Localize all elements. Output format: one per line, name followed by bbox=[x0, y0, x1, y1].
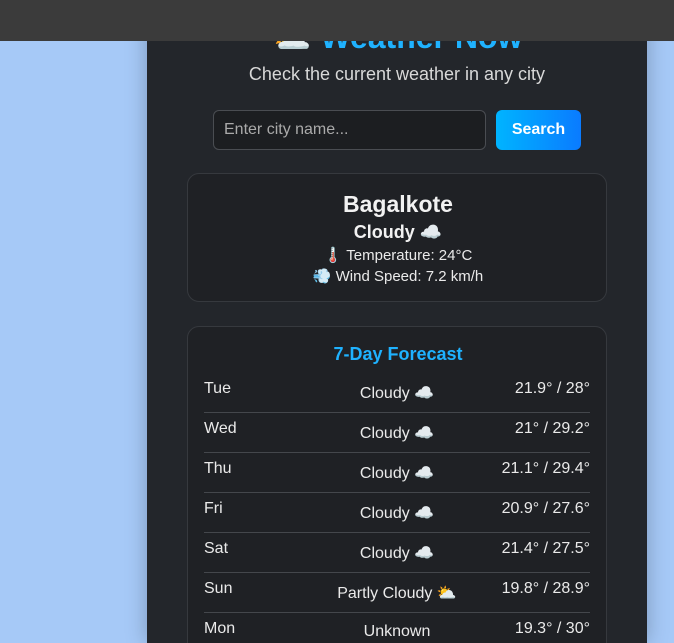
forecast-row: Fri Cloudy ☁️ 20.9° / 27.6° bbox=[204, 493, 590, 533]
forecast-title: 7-Day Forecast bbox=[333, 344, 463, 364]
forecast-row: Sun Partly Cloudy ⛅ 19.8° / 28.9° bbox=[204, 573, 590, 613]
forecast-condition-text: Cloudy bbox=[359, 545, 410, 562]
temperature-line: 🌡️ Temperature: 24°C bbox=[188, 246, 608, 264]
cloud-icon: ☁️ bbox=[414, 385, 435, 402]
forecast-row: Sat Cloudy ☁️ 21.4° / 27.5° bbox=[204, 533, 590, 573]
thermometer-icon: 🌡️ bbox=[323, 247, 343, 264]
cloud-icon: ☁️ bbox=[414, 465, 435, 482]
wind-speed-text: Wind Speed: 7.2 km/h bbox=[335, 268, 484, 285]
forecast-condition-text: Cloudy bbox=[359, 385, 410, 402]
current-condition: Cloudy ☁️ bbox=[188, 222, 608, 243]
forecast-temp-range: 21.1° / 29.4° bbox=[501, 460, 590, 477]
forecast-condition-text: Cloudy bbox=[359, 505, 410, 522]
forecast-temp-range: 21.9° / 28° bbox=[514, 380, 590, 397]
cloud-icon: ☁️ bbox=[414, 545, 435, 562]
forecast-temp-range: 19.8° / 28.9° bbox=[501, 580, 590, 597]
wind-icon: 💨 bbox=[312, 268, 332, 285]
search-button[interactable]: Search bbox=[496, 110, 581, 150]
forecast-row: Tue Cloudy ☁️ 21.9° / 28° bbox=[204, 373, 590, 413]
forecast-card: 7-Day Forecast Tue Cloudy ☁️ 21.9° / 28°… bbox=[187, 326, 607, 643]
forecast-condition-text: Unknown bbox=[363, 623, 431, 640]
forecast-row: Mon Unknown 19.3° / 30° bbox=[204, 613, 590, 643]
forecast-row: Wed Cloudy ☁️ 21° / 29.2° bbox=[204, 413, 590, 453]
browser-top-bar bbox=[0, 0, 674, 41]
forecast-condition-text: Cloudy bbox=[359, 465, 410, 482]
temperature-text: Temperature: 24°C bbox=[346, 247, 473, 264]
partly-cloudy-icon: ⛅ bbox=[436, 585, 457, 602]
city-name: Bagalkote bbox=[343, 191, 453, 217]
current-weather-card: Bagalkote Cloudy ☁️ 🌡️ Temperature: 24°C… bbox=[187, 173, 607, 302]
forecast-condition-text: Partly Cloudy bbox=[337, 585, 433, 602]
forecast-temp-range: 21.4° / 27.5° bbox=[501, 540, 590, 557]
current-condition-text: Cloudy bbox=[353, 222, 415, 242]
cloud-icon: ☁️ bbox=[414, 425, 435, 442]
forecast-temp-range: 19.3° / 30° bbox=[514, 620, 590, 637]
weather-app-panel: ⛅ Weather Now Check the current weather … bbox=[147, 0, 647, 643]
forecast-row: Thu Cloudy ☁️ 21.1° / 29.4° bbox=[204, 453, 590, 493]
cloud-icon: ☁️ bbox=[419, 222, 443, 242]
city-search-input[interactable] bbox=[213, 110, 486, 150]
forecast-temp-range: 21° / 29.2° bbox=[514, 420, 590, 437]
forecast-condition-text: Cloudy bbox=[359, 425, 410, 442]
wind-line: 💨 Wind Speed: 7.2 km/h bbox=[188, 267, 608, 285]
cloud-icon: ☁️ bbox=[414, 505, 435, 522]
page-subtitle: Check the current weather in any city bbox=[248, 64, 546, 84]
forecast-temp-range: 20.9° / 27.6° bbox=[501, 500, 590, 517]
